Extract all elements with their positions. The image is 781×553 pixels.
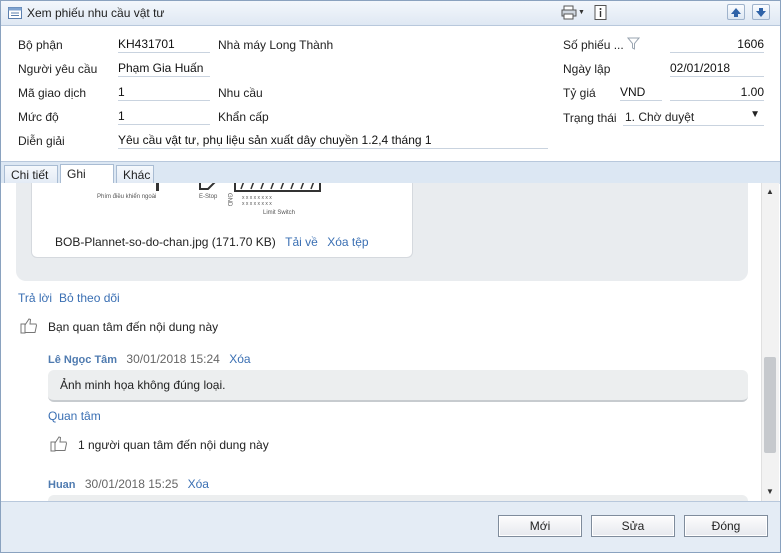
comment-bubble: Ảnh minh họa không đúng loại. [48, 370, 748, 402]
trang-thai-value: 1. Chờ duyệt [625, 110, 695, 124]
print-icon[interactable] [561, 5, 577, 20]
form-icon [8, 7, 22, 19]
like-icon[interactable] [20, 317, 38, 334]
comment-author[interactable]: Huan [48, 479, 76, 491]
tab-chi-tiet[interactable]: Chi tiết [4, 165, 58, 183]
muc-do-name: Khẩn cấp [218, 110, 269, 124]
attachment-card: x x x x x x x x x x x x x x x x Phím điề… [31, 183, 413, 258]
label-nguoi-yeu-cau: Người yêu cầu [18, 62, 98, 76]
scroll-up-icon[interactable]: ▲ [766, 187, 774, 196]
label-ma-giao-dich: Mã giao dịch [18, 86, 87, 100]
arrow-up-icon [731, 8, 741, 17]
dien-giai-field[interactable]: Yêu cầu vật tư, phụ liệu sản xuất dây ch… [118, 133, 548, 149]
bo-phan-name: Nhà máy Long Thành [218, 38, 334, 52]
attachment-file-name: BOB-Plannet-so-do-chan.jpg [55, 235, 209, 249]
scroll-thumb[interactable] [764, 357, 776, 453]
comment-header: Huan 30/01/2018 15:25 Xóa [48, 477, 209, 491]
edit-button[interactable]: Sửa [591, 515, 675, 537]
bo-phan-code-field[interactable]: KH431701 [118, 37, 210, 53]
label-trang-thai: Trạng thái [563, 111, 617, 125]
nguoi-yeu-cau-field[interactable]: Phạm Gia Huấn [118, 61, 210, 77]
like-icon [50, 436, 68, 452]
tab-khac[interactable]: Khác [116, 165, 154, 183]
label-ngay-lap: Ngày lập [563, 62, 611, 76]
ma-giao-dich-field[interactable]: 1 [118, 85, 210, 101]
title-bar: Xem phiếu nhu cầu vật tư ▼ [1, 1, 780, 26]
print-dropdown-icon[interactable]: ▼ [578, 9, 585, 16]
next-record-button[interactable] [752, 4, 770, 20]
diagram-label-limit-switch: Limit Switch [263, 210, 296, 216]
scroll-down-icon[interactable]: ▼ [766, 487, 774, 496]
comment-author[interactable]: Lê Ngọc Tâm [48, 354, 117, 366]
reply-link[interactable]: Trả lời [18, 291, 52, 305]
unfollow-link[interactable]: Bỏ theo dõi [59, 291, 120, 305]
so-phieu-field[interactable]: 1606 [670, 37, 764, 53]
label-muc-do: Mức độ [18, 110, 59, 124]
tab-ghi-chu[interactable]: Ghi chú [60, 164, 114, 199]
delete-comment-link[interactable]: Xóa [229, 352, 250, 366]
tab-strip: Chi tiết Ghi chú Khác [1, 161, 780, 199]
filter-icon[interactable] [627, 37, 640, 50]
attachment-image-preview[interactable]: x x x x x x x x x x x x x x x x [92, 183, 392, 219]
ma-giao-dich-name: Nhu cầu [218, 86, 263, 100]
attachment-file-size: (171.70 KB) [211, 235, 276, 249]
comment-text: Ảnh minh họa không đúng loại. [60, 378, 226, 392]
footer-bar: Mới Sửa Đóng [1, 501, 780, 552]
new-button[interactable]: Mới [498, 515, 582, 537]
notes-pane: x x x x x x x x x x x x x x x x Phím điề… [1, 183, 761, 501]
comment-header: Lê Ngọc Tâm 30/01/2018 15:24 Xóa [48, 352, 251, 366]
like-status-text: Bạn quan tâm đến nội dung này [48, 320, 219, 334]
label-dien-giai: Diễn giải [18, 134, 65, 148]
arrow-down-icon [756, 8, 766, 17]
download-link[interactable]: Tải về [285, 235, 318, 249]
attachment-container: x x x x x x x x x x x x x x x x Phím điề… [16, 183, 748, 281]
delete-file-link[interactable]: Xóa tệp [327, 235, 368, 249]
muc-do-field[interactable]: 1 [118, 109, 210, 125]
vertical-scrollbar[interactable]: ▲ ▼ [761, 183, 779, 501]
ngay-lap-field[interactable]: 02/01/2018 [670, 61, 764, 77]
chevron-down-icon: ▼ [750, 109, 760, 120]
diagram-label-gnd: GND [226, 193, 232, 207]
attachment-info: BOB-Plannet-so-do-chan.jpg (171.70 KB) T… [55, 235, 369, 249]
previous-record-button[interactable] [727, 4, 745, 20]
window-title: Xem phiếu nhu cầu vật tư [27, 6, 165, 20]
label-so-phieu: Số phiếu ... [563, 38, 624, 52]
info-icon[interactable] [593, 5, 609, 20]
diagram-label-ext-keys: Phím điều khiển ngoài [97, 194, 157, 200]
ty-gia-field[interactable]: 1.00 [670, 85, 764, 101]
close-button[interactable]: Đóng [684, 515, 768, 537]
diagram-label-estop: E-Stop [199, 194, 218, 200]
label-bo-phan: Bộ phận [18, 38, 63, 52]
comment-time: 30/01/2018 15:25 [84, 477, 179, 491]
form-header: Bộ phận KH431701 Nhà máy Long Thành Ngườ… [1, 26, 780, 161]
comment-likes-text: 1 người quan tâm đến nội dung này [78, 438, 269, 452]
comment-time: 30/01/2018 15:24 [126, 352, 220, 366]
delete-comment-link[interactable]: Xóa [188, 477, 209, 491]
window: Xem phiếu nhu cầu vật tư ▼ Bộ phận KH431… [0, 0, 781, 553]
svg-text:x x x x x x x x: x x x x x x x x [242, 201, 272, 207]
like-comment-link[interactable]: Quan tâm [48, 409, 101, 423]
label-ty-gia: Tỷ giá [563, 86, 596, 100]
trang-thai-select[interactable]: 1. Chờ duyệt ▼ [623, 109, 764, 126]
currency-field[interactable]: VND [620, 85, 662, 101]
